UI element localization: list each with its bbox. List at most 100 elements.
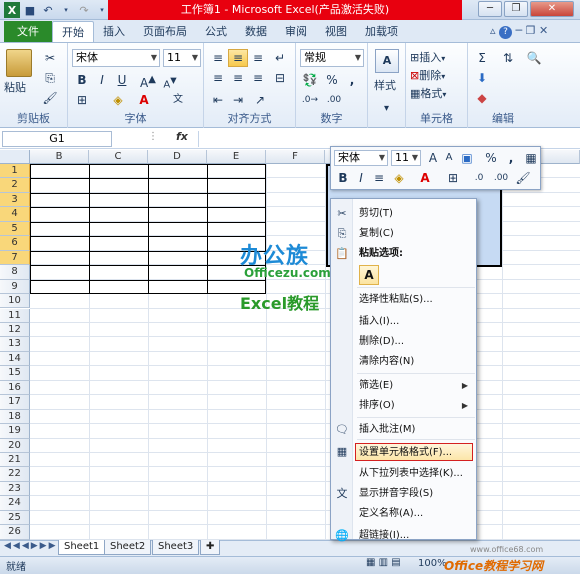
grow-font-icon[interactable]: A▲ — [138, 71, 158, 90]
row-header[interactable]: 23 — [0, 481, 30, 497]
row-header[interactable]: 16 — [0, 380, 30, 396]
mini-italic-icon[interactable]: I — [351, 169, 371, 187]
close-button[interactable]: ✕ — [530, 1, 574, 17]
row-header[interactable]: 2 — [0, 178, 30, 193]
minimize-ribbon-icon[interactable]: ▵ — [490, 24, 496, 37]
styles-button[interactable]: 样式 — [374, 77, 396, 93]
tab-view[interactable]: 视图 — [316, 21, 356, 42]
phonetic-icon[interactable]: 文 — [168, 91, 188, 109]
row-header[interactable]: 13 — [0, 337, 30, 352]
styles-dropdown-icon[interactable]: ▾ — [368, 103, 405, 114]
context-menu-item[interactable]: 插入批注(M) — [359, 421, 415, 439]
row-header[interactable]: 1 — [0, 164, 30, 179]
row-header[interactable]: 22 — [0, 467, 30, 482]
formula-bar-splitter-icon[interactable]: ⋮ — [148, 131, 158, 142]
font-size-combo[interactable]: 11 ▼ — [163, 49, 201, 67]
font-color-icon[interactable]: A — [134, 91, 154, 109]
format-painter-icon[interactable]: 🖌 — [40, 89, 60, 107]
context-menu-item[interactable]: 从下拉列表中选择(K)... — [359, 465, 463, 483]
format-cells-button[interactable]: ▦格式▾ — [410, 85, 446, 101]
increase-decimal-icon[interactable]: .0→ — [300, 91, 320, 109]
currency-icon[interactable]: 💱 — [300, 71, 320, 89]
tab-formulas[interactable]: 公式 — [196, 21, 236, 42]
row-header[interactable]: 6 — [0, 236, 30, 251]
sheet-tab-1[interactable]: Sheet1 — [58, 540, 106, 555]
tab-insert[interactable]: 插入 — [94, 21, 134, 42]
number-format-combo[interactable]: 常规 ▼ — [300, 49, 364, 67]
tab-page-layout[interactable]: 页面布局 — [134, 21, 196, 42]
mini-increase-decimal-icon[interactable]: .0 — [469, 169, 489, 187]
row-header[interactable]: 4 — [0, 207, 30, 222]
insert-function-icon[interactable]: fx — [176, 130, 188, 143]
name-box[interactable]: G1 — [2, 131, 112, 147]
context-menu-item[interactable]: 复制(C) — [359, 225, 394, 243]
sheet-tab-3[interactable]: Sheet3 — [152, 540, 200, 555]
row-header[interactable]: 21 — [0, 453, 30, 468]
row-header[interactable]: 12 — [0, 322, 30, 338]
context-menu-item[interactable]: 显示拼音字段(S) — [359, 485, 433, 503]
help-icon[interactable]: ? — [499, 26, 513, 39]
column-header-b[interactable]: B — [30, 150, 89, 164]
row-header[interactable]: 25 — [0, 510, 30, 526]
bold-icon[interactable]: B — [72, 71, 92, 89]
mini-bold-icon[interactable]: B — [333, 169, 353, 187]
mini-format-icon[interactable]: ▦ — [521, 149, 541, 167]
styles-icon[interactable]: A — [375, 49, 399, 73]
paste-button[interactable]: 粘贴 — [4, 79, 26, 95]
find-select-icon[interactable]: 🔍 — [524, 49, 544, 67]
mini-font-combo[interactable]: 宋体 ▼ — [334, 150, 388, 166]
mini-decrease-decimal-icon[interactable]: .00 — [491, 169, 511, 187]
column-header-c[interactable]: C — [89, 150, 148, 164]
workbook-close-icon[interactable]: ✕ — [539, 24, 548, 37]
insert-sheet-icon[interactable]: ✚ — [200, 540, 221, 555]
context-menu-item[interactable]: 清除内容(N) — [359, 353, 414, 371]
mini-shrink-font-icon[interactable]: A — [439, 149, 459, 167]
row-header[interactable]: 14 — [0, 351, 30, 367]
mini-currency-icon[interactable]: ▣ — [457, 149, 477, 167]
zoom-level[interactable]: 100% — [418, 558, 447, 569]
row-header[interactable]: 5 — [0, 221, 30, 237]
workbook-restore-icon[interactable]: ❐ — [526, 24, 536, 37]
workbook-minimize-icon[interactable]: ─ — [516, 24, 523, 37]
fill-color-icon[interactable]: ◈ — [108, 91, 128, 109]
decrease-decimal-icon[interactable]: .00 — [324, 91, 344, 109]
context-menu-item[interactable]: 插入(I)... — [359, 313, 399, 331]
insert-cells-button[interactable]: ⊞插入▾ — [410, 49, 445, 65]
mini-font-color-icon[interactable]: A — [415, 169, 435, 187]
tab-review[interactable]: 审阅 — [276, 21, 316, 42]
select-all-corner[interactable] — [0, 150, 30, 164]
font-name-combo[interactable]: 宋体 ▼ — [72, 49, 160, 67]
row-header[interactable]: 10 — [0, 294, 30, 309]
view-icons[interactable]: ▦ ▥ ▤ — [366, 557, 401, 568]
context-menu-item[interactable]: 删除(D)... — [359, 333, 404, 351]
tab-addins[interactable]: 加载项 — [356, 21, 407, 42]
restore-button[interactable]: ❐ — [504, 1, 528, 17]
row-header[interactable]: 7 — [0, 250, 30, 266]
row-header[interactable]: 11 — [0, 308, 30, 323]
increase-indent-icon[interactable]: ⇥ — [228, 91, 248, 109]
wrap-text-icon[interactable]: ↵ — [270, 49, 290, 67]
column-header-f[interactable]: F — [266, 150, 325, 164]
row-header[interactable]: 15 — [0, 366, 30, 381]
save-icon[interactable]: ■ — [22, 2, 38, 18]
borders-icon[interactable]: ⊞ — [72, 91, 92, 109]
orientation-icon[interactable]: ↗ — [250, 91, 270, 109]
shrink-font-icon[interactable]: A▼ — [160, 71, 180, 90]
row-header[interactable]: 3 — [0, 192, 30, 208]
align-middle-icon[interactable]: ≡ — [228, 49, 248, 67]
row-header[interactable]: 17 — [0, 395, 30, 410]
fill-icon[interactable]: ⬇ — [472, 69, 492, 87]
comma-style-icon[interactable]: , — [342, 71, 362, 89]
minimize-button[interactable]: ─ — [478, 1, 502, 17]
percent-icon[interactable]: % — [322, 71, 342, 89]
sort-filter-icon[interactable]: ⇅ — [498, 49, 518, 67]
formula-input[interactable] — [198, 131, 578, 147]
mini-borders-icon[interactable]: ⊞ — [443, 169, 463, 187]
context-menu-item[interactable]: 选择性粘贴(S)... — [359, 291, 433, 309]
align-left-icon[interactable]: ≡ — [208, 69, 228, 87]
decrease-indent-icon[interactable]: ⇤ — [208, 91, 228, 109]
tab-file[interactable]: 文件 — [4, 21, 52, 42]
context-menu-item[interactable]: 剪切(T) — [359, 205, 393, 223]
copy-icon[interactable]: ⎘ — [40, 69, 60, 87]
paste-option-button[interactable]: A — [359, 265, 379, 285]
